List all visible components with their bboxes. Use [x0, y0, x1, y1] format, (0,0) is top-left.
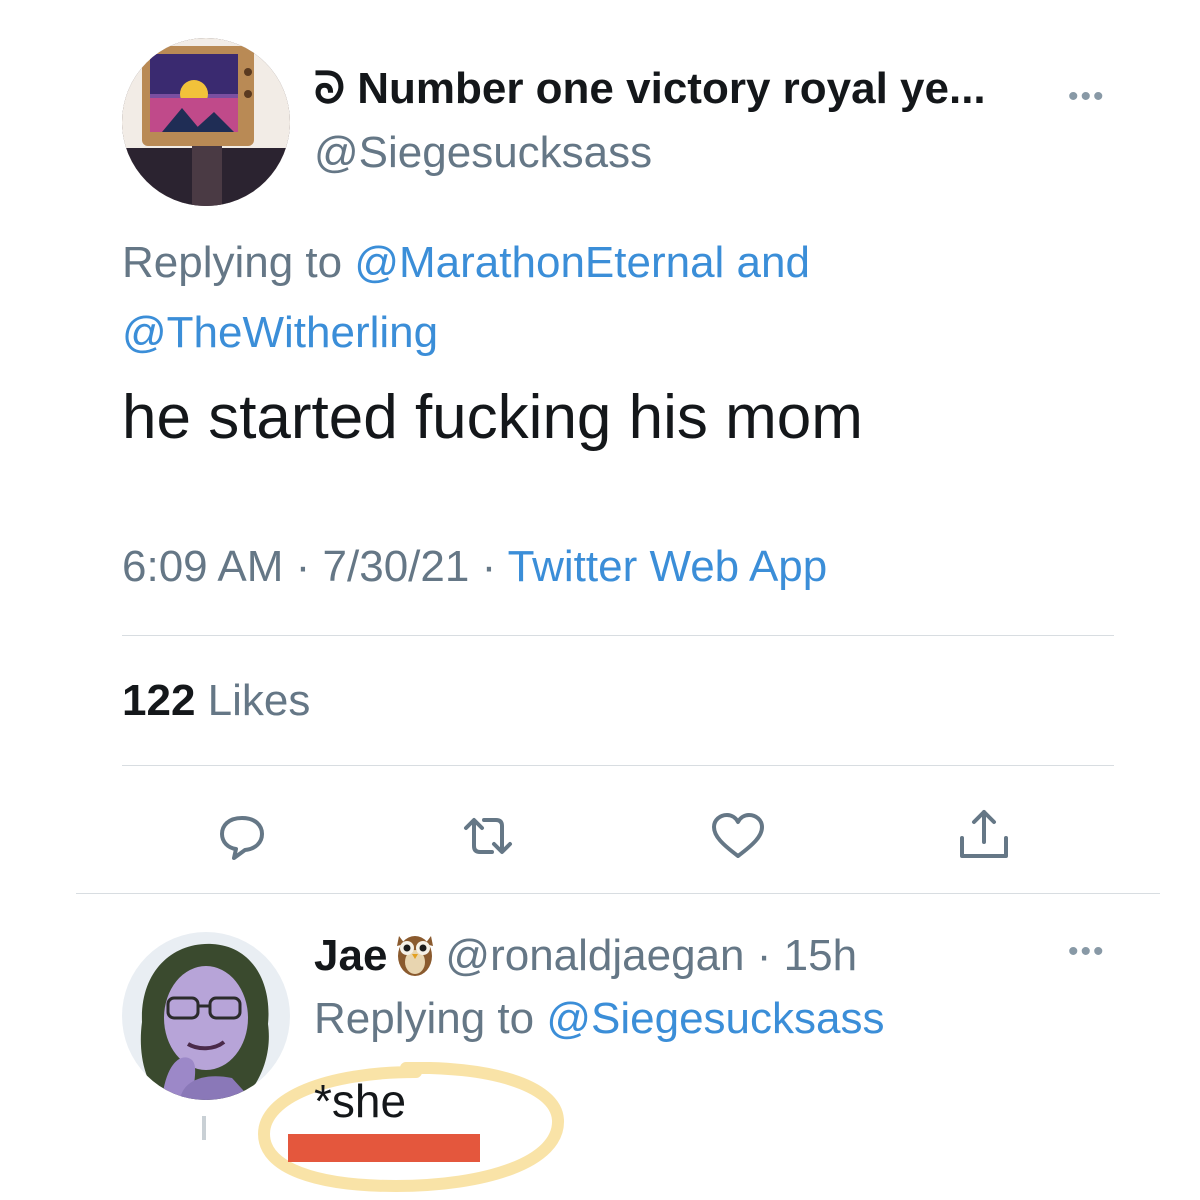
likes-number: 122	[122, 676, 196, 725]
more-options-icon[interactable]: •••	[1068, 80, 1106, 114]
replying-to-label: Replying to	[314, 994, 547, 1043]
replying-to: Replying to @Siegesucksass	[314, 994, 885, 1044]
like-button[interactable]	[708, 806, 768, 866]
mention-link[interactable]: @MarathonEternal	[354, 238, 724, 287]
replying-and-label[interactable]: and	[724, 238, 810, 287]
user-handle[interactable]: @Siegesucksass	[314, 128, 652, 178]
divider	[122, 765, 1114, 766]
retweet-icon	[464, 818, 512, 854]
avatar[interactable]	[122, 38, 290, 206]
reply-icon	[220, 816, 264, 860]
share-icon	[960, 810, 1008, 858]
owl-icon	[397, 936, 434, 976]
retweet-button[interactable]	[458, 806, 518, 866]
mention-link[interactable]: @Siegesucksass	[546, 994, 884, 1043]
tweet-date[interactable]: 7/30/21	[323, 542, 470, 591]
separator: ·	[283, 542, 323, 591]
reply-age[interactable]: 15h	[784, 931, 857, 980]
divider	[76, 893, 1160, 894]
heart-icon	[712, 813, 764, 858]
likes-label: Likes	[195, 676, 311, 725]
separator: ·	[469, 542, 508, 591]
more-options-icon[interactable]: •••	[1068, 935, 1106, 969]
divider	[122, 635, 1114, 636]
highlight-circle	[257, 1062, 564, 1193]
reply-handle[interactable]: @ronaldjaegan	[445, 931, 744, 980]
reply-display-name[interactable]: Jae	[314, 931, 387, 980]
separator: ·	[744, 931, 784, 980]
redaction-bar	[288, 1134, 480, 1162]
tv-head-avatar-image	[122, 38, 290, 206]
thread-line	[202, 1116, 206, 1140]
reply-header: Jae @ronaldjaegan · 15h	[314, 926, 857, 981]
tweet-text: he started fucking his mom	[122, 383, 863, 452]
share-button[interactable]	[954, 804, 1014, 864]
replying-to: Replying to @MarathonEternal and @TheWit…	[122, 228, 1122, 368]
tweet-meta: 6:09 AM · 7/30/21 · Twitter Web App	[122, 542, 827, 592]
mention-link[interactable]: @TheWitherling	[122, 308, 438, 357]
reply-text: *she	[314, 1075, 407, 1127]
tweet-source[interactable]: Twitter Web App	[508, 542, 828, 591]
reply-button[interactable]	[212, 806, 272, 866]
likes-count[interactable]: 122 Likes	[122, 676, 310, 726]
display-name[interactable]: ᘐ Number one victory royal ye...	[314, 64, 986, 114]
replying-to-label: Replying to	[122, 238, 355, 287]
tweet-time[interactable]: 6:09 AM	[122, 542, 283, 591]
